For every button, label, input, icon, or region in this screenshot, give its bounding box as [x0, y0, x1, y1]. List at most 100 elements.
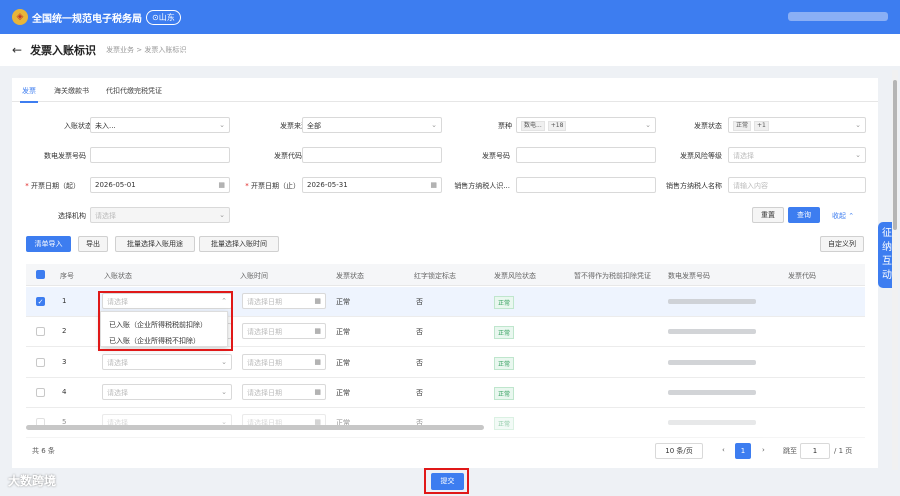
- seller-name-input[interactable]: 请输入内容: [728, 177, 866, 193]
- breadcrumb[interactable]: 发票业务 > 发票入账标识: [106, 45, 186, 55]
- row-number: 1: [62, 297, 67, 305]
- region-selector[interactable]: ⊙山东: [146, 9, 181, 25]
- invoice-code-input[interactable]: [302, 147, 442, 163]
- page-size-select[interactable]: 10 条/页: [655, 443, 703, 459]
- header-deduction: 暂不得作为税前扣除凭证: [574, 272, 651, 280]
- risk-status-badge: 正常: [494, 357, 515, 370]
- ticket-type-label: 票种: [498, 122, 512, 130]
- tab-invoice[interactable]: 发票: [20, 86, 38, 103]
- row-checkbox[interactable]: ✓: [36, 297, 45, 306]
- table-row: 4 请选择 ⌄ 请选择日期 ▦ 正常 否 正常: [26, 378, 865, 408]
- header-entry-status: 入账状态: [104, 272, 132, 280]
- row-number: 2: [62, 327, 67, 335]
- watermark: 大数跨境: [8, 474, 57, 488]
- invoice-code-label: 发票代码: [274, 152, 302, 160]
- seller-name-label: 销售方纳税人名称: [666, 182, 722, 190]
- custom-columns-button[interactable]: 自定义列: [820, 236, 864, 252]
- reset-button[interactable]: 重置: [752, 207, 784, 223]
- batch-time-button[interactable]: 批量选择入账时间: [199, 236, 279, 252]
- red-lock-flag: 否: [416, 298, 423, 306]
- date-start-input[interactable]: 2026-05-01 ▦: [90, 177, 230, 193]
- chevron-down-icon: ⌄: [221, 358, 227, 366]
- red-lock-flag: 否: [416, 389, 423, 397]
- redacted-invoice-no: [668, 360, 756, 365]
- redacted-invoice-no: [668, 299, 756, 304]
- calendar-icon: ▦: [314, 297, 321, 305]
- top-header: ◈ 全国统一规范电子税务局 ⊙山东: [0, 0, 900, 34]
- entry-status-select[interactable]: 请选择⌄: [102, 354, 232, 370]
- row-checkbox[interactable]: [36, 358, 45, 367]
- entry-status-select[interactable]: 未入... ⌄: [90, 117, 230, 133]
- calendar-icon: ▦: [314, 388, 321, 396]
- row-number: 3: [62, 358, 67, 366]
- chevron-down-icon: ⌄: [855, 151, 861, 159]
- entry-date-input[interactable]: 请选择日期 ▦: [242, 384, 326, 400]
- total-pages: / 1 页: [834, 447, 853, 455]
- row-checkbox[interactable]: [36, 388, 45, 397]
- table-row: 5 请选择 ⌄ 请选择日期 ▦ 正常否正常: [26, 408, 865, 438]
- page-1[interactable]: 1: [735, 443, 751, 459]
- back-arrow-icon[interactable]: ←: [12, 43, 22, 57]
- ticket-type-select[interactable]: 数电... +18 ⌄: [516, 117, 656, 133]
- risk-status-badge: 正常: [494, 417, 515, 430]
- invoice-no-input[interactable]: [516, 147, 656, 163]
- select-all-checkbox[interactable]: [36, 270, 45, 279]
- red-lock-flag: 否: [416, 328, 423, 336]
- date-end-label: * 开票日期（止）: [245, 182, 300, 190]
- header-risk-status: 发票风险状态: [494, 272, 536, 280]
- table-row: 3 请选择 ⌄ 请选择日期 ▦ 正常 否 正常: [26, 348, 865, 378]
- invoice-no-label: 发票号码: [482, 152, 510, 160]
- risk-level-select[interactable]: 请选择 ⌄: [728, 147, 866, 163]
- date-start-label: * 开票日期（起）: [25, 182, 80, 190]
- entry-status-select[interactable]: 请选择⌄: [102, 384, 232, 400]
- collapse-link[interactable]: 收起 ⌃: [832, 211, 854, 221]
- list-import-button[interactable]: 清单导入: [26, 236, 71, 252]
- page-title: 发票入账标识: [30, 44, 97, 57]
- entry-date-input[interactable]: 请选择日期 ▦: [242, 323, 326, 339]
- header-entry-time: 入账时间: [240, 272, 268, 280]
- risk-status-badge: 正常: [494, 326, 515, 339]
- float-panel-label: 征纳互动: [882, 228, 892, 281]
- next-page-icon[interactable]: ›: [762, 446, 765, 454]
- header-red-lock: 红字锁定标志: [414, 272, 456, 280]
- export-button[interactable]: 导出: [78, 236, 108, 252]
- tab-customs[interactable]: 海关缴款书: [54, 86, 89, 96]
- redacted-invoice-no: [668, 329, 756, 334]
- digital-invoice-no-input[interactable]: [90, 147, 230, 163]
- goto-input[interactable]: 1: [800, 443, 830, 459]
- invoice-source-select[interactable]: 全部 ⌄: [302, 117, 442, 133]
- table-header: 序号 入账状态 入账时间 发票状态 红字锁定标志 发票风险状态 暂不得作为税前扣…: [26, 264, 865, 286]
- scroll-thumb[interactable]: [893, 80, 897, 230]
- red-lock-flag: 否: [416, 359, 423, 367]
- user-info[interactable]: [788, 12, 888, 21]
- seller-tax-id-input[interactable]: [516, 177, 656, 193]
- chevron-down-icon: ⌄: [221, 388, 227, 396]
- risk-status-badge: 正常: [494, 387, 515, 400]
- calendar-icon: ▦: [314, 358, 321, 366]
- entry-date-input[interactable]: 请选择日期 ▦: [242, 354, 326, 370]
- highlight-box: [98, 291, 233, 351]
- invoice-status: 正常: [336, 359, 350, 367]
- app-title: 全国统一规范电子税务局: [32, 13, 142, 25]
- tab-withholding[interactable]: 代扣代缴完税凭证: [106, 86, 162, 96]
- invoice-status: 正常: [336, 298, 350, 306]
- entry-date-input[interactable]: 请选择日期 ▦: [242, 293, 326, 309]
- header-invoice-code: 发票代码: [788, 272, 816, 280]
- invoice-status: 正常: [336, 328, 350, 336]
- horizontal-scrollbar[interactable]: [26, 425, 484, 430]
- header-invoice-status: 发票状态: [336, 272, 364, 280]
- header-digital-no: 数电发票号码: [668, 272, 710, 280]
- date-end-input[interactable]: 2026-05-31 ▦: [302, 177, 442, 193]
- risk-status-badge: 正常: [494, 296, 515, 309]
- invoice-status-select[interactable]: 正常 +1 ⌄: [728, 117, 866, 133]
- row-checkbox[interactable]: [36, 327, 45, 336]
- total-count: 共 6 条: [32, 447, 55, 455]
- redacted-invoice-no: [668, 390, 756, 395]
- tab-bar: 发票 海关缴款书 代扣代缴完税凭证: [12, 78, 878, 103]
- org-select[interactable]: 请选择 ⌄: [90, 207, 230, 223]
- goto-label: 跳至: [783, 447, 797, 455]
- batch-purpose-button[interactable]: 批量选择入账用途: [115, 236, 195, 252]
- tax-logo-icon: ◈: [12, 9, 28, 25]
- search-button[interactable]: 查询: [788, 207, 820, 223]
- prev-page-icon[interactable]: ‹: [722, 446, 725, 454]
